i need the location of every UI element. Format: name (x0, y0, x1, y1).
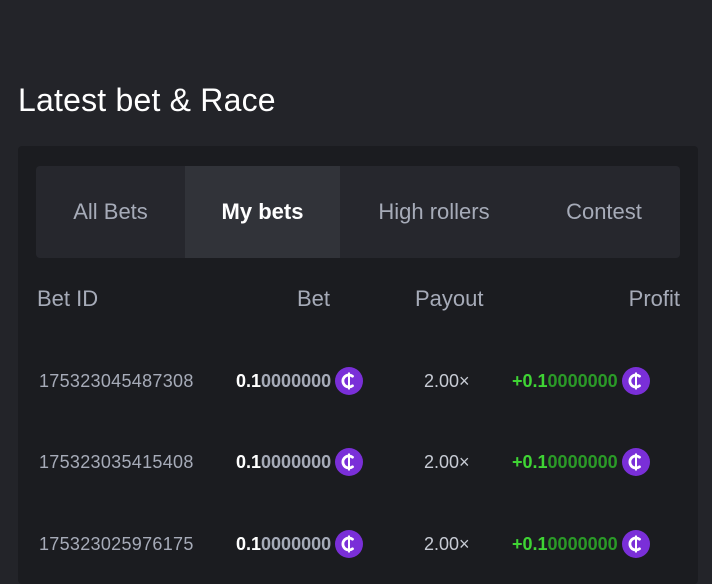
bet-amount-lead: 0.1 (236, 370, 262, 391)
coin-icon (335, 448, 364, 476)
tab-all-bets[interactable]: All Bets (36, 166, 185, 258)
profit-trail: 0000000 (547, 533, 618, 554)
payout-cell: 2.00× (424, 370, 470, 391)
column-header-profit: Profit (628, 286, 680, 311)
bet-amount-cell: 0.1 0000000 (236, 442, 364, 482)
table-row[interactable]: 175323035415408 0.1 0000000 2.00× +0.1 000… (18, 442, 698, 482)
tab-high-rollers[interactable]: High rollers (340, 166, 528, 258)
payout-cell: 2.00× (424, 533, 470, 554)
profit-trail: 0000000 (547, 451, 618, 472)
bet-amount-cell: 0.1 0000000 (236, 361, 364, 401)
bet-amount-cell: 0.1 0000000 (236, 524, 364, 564)
bets-tab-bar: All Bets My bets High rollers Contest (36, 166, 680, 258)
table-row[interactable]: 175323045487308 0.1 0000000 2.00× +0.1 000… (18, 361, 698, 401)
column-header-bet-id: Bet ID (37, 286, 99, 311)
bet-amount-lead: 0.1 (236, 451, 262, 472)
bet-amount-lead: 0.1 (236, 533, 262, 554)
tab-contest[interactable]: Contest (528, 166, 680, 258)
payout-cell: 2.00× (424, 451, 470, 472)
column-header-bet: Bet (296, 286, 330, 311)
column-header-payout: Payout (415, 286, 484, 311)
profit-lead: +0.1 (512, 370, 548, 391)
profit-cell: +0.1 0000000 (512, 524, 650, 564)
profit-lead: +0.1 (512, 451, 548, 472)
coin-icon (621, 448, 650, 476)
profit-lead: +0.1 (512, 533, 548, 554)
bet-amount-trail: 0000000 (261, 451, 332, 472)
page: Latest bet & Race All Bets My bets High … (0, 0, 712, 584)
section-title: Latest bet & Race (18, 82, 276, 118)
bet-id-cell: 175323025976175 (39, 533, 194, 554)
bet-amount-trail: 0000000 (261, 370, 332, 391)
table-row[interactable]: 175323025976175 0.1 0000000 2.00× +0.1 000… (18, 524, 698, 564)
profit-cell: +0.1 0000000 (512, 361, 650, 401)
coin-icon (621, 367, 650, 395)
tab-my-bets[interactable]: My bets (185, 166, 340, 258)
coin-icon (335, 530, 364, 558)
coin-icon (621, 530, 650, 558)
profit-trail: 0000000 (547, 370, 618, 391)
coin-icon (335, 367, 364, 395)
bets-panel: All Bets My bets High rollers Contest Be… (18, 146, 698, 584)
bet-amount-trail: 0000000 (261, 533, 332, 554)
bet-id-cell: 175323045487308 (39, 370, 194, 391)
bet-id-cell: 175323035415408 (39, 451, 194, 472)
profit-cell: +0.1 0000000 (512, 442, 650, 482)
